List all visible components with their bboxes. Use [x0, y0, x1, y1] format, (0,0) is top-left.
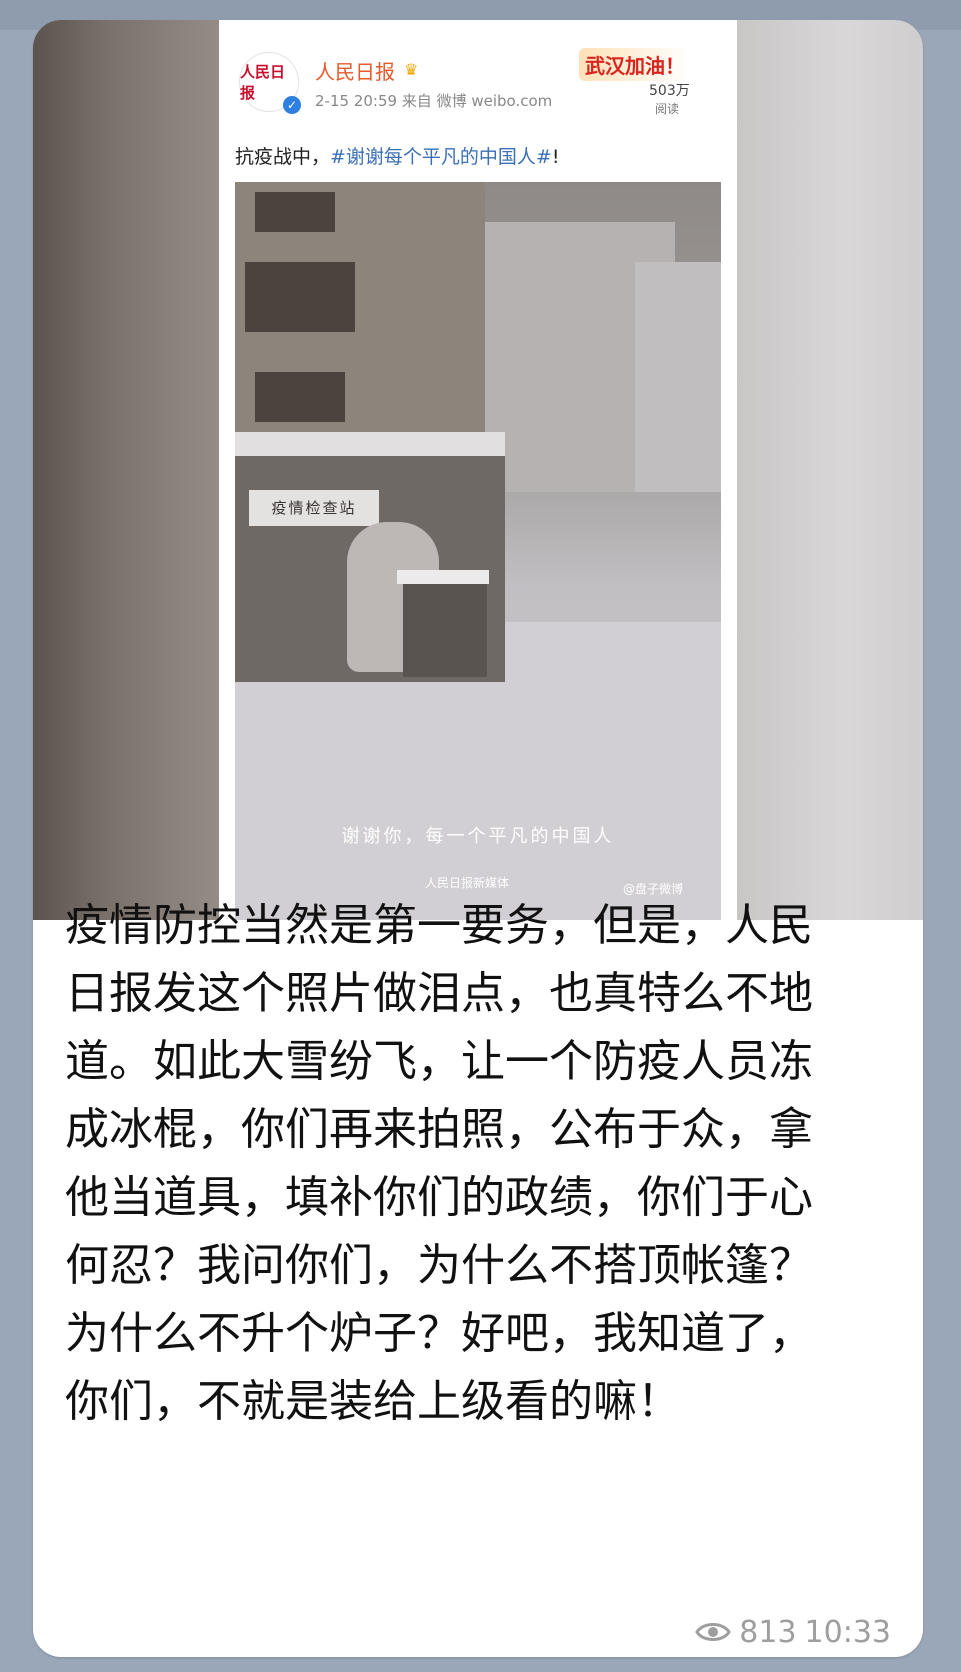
crown-icon: ♛ — [404, 60, 419, 79]
weibo-post-screenshot: 人民日报 ✓ 人民日报 ♛ 2-15 20:59 来自 微博 weibo.com… — [219, 20, 737, 920]
image-blur-left — [33, 20, 219, 920]
weibo-post-text: 抗疫战中，#谢谢每个平凡的中国人#! — [235, 142, 559, 169]
window — [245, 262, 355, 332]
weibo-post-meta: 2-15 20:59 来自 微博 weibo.com — [315, 92, 553, 110]
weibo-badge: 武汉加油！ 503万 阅读 — [579, 48, 709, 118]
read-count: 503万 — [649, 83, 690, 99]
desk-top-snow — [397, 570, 489, 584]
weibo-account-name: 人民日报 — [315, 60, 395, 84]
snow-checkpoint-photo: 疫情检查站 谢谢你，每一个平凡的中国人 人民日报新媒体 @盘子微博 — [235, 182, 721, 920]
read-label: 阅读 — [655, 102, 680, 116]
building-right — [635, 262, 721, 492]
message-image[interactable]: 人民日报 ✓ 人民日报 ♛ 2-15 20:59 来自 微博 weibo.com… — [33, 20, 923, 920]
message-meta: 813 10:33 — [695, 1614, 891, 1650]
verified-icon: ✓ — [283, 96, 301, 114]
desk — [403, 577, 487, 677]
view-count: 813 — [739, 1614, 797, 1650]
checkpoint-sign: 疫情检查站 — [249, 490, 379, 526]
badge-title: 武汉加油！ — [579, 48, 691, 81]
window — [255, 192, 335, 232]
photo-logo: 人民日报新媒体 — [425, 876, 510, 890]
window — [255, 372, 345, 422]
eye-icon — [695, 1623, 732, 1641]
message-time: 10:33 — [804, 1614, 891, 1650]
post-hashtag: #谢谢每个平凡的中国人# — [330, 146, 552, 168]
message-text: 疫情防控当然是第一要务，但是，人民日报发这个照片做泪点，也真特么不地道。如此大雪… — [65, 900, 813, 1427]
post-suffix: ! — [551, 146, 560, 168]
message-bubble[interactable]: 人民日报 ✓ 人民日报 ♛ 2-15 20:59 来自 微博 weibo.com… — [33, 20, 923, 1657]
image-blur-right — [737, 20, 923, 920]
post-prefix: 抗疫战中， — [235, 146, 331, 168]
hut-roof-snow — [235, 432, 505, 456]
photo-caption: 谢谢你，每一个平凡的中国人 — [341, 826, 615, 847]
